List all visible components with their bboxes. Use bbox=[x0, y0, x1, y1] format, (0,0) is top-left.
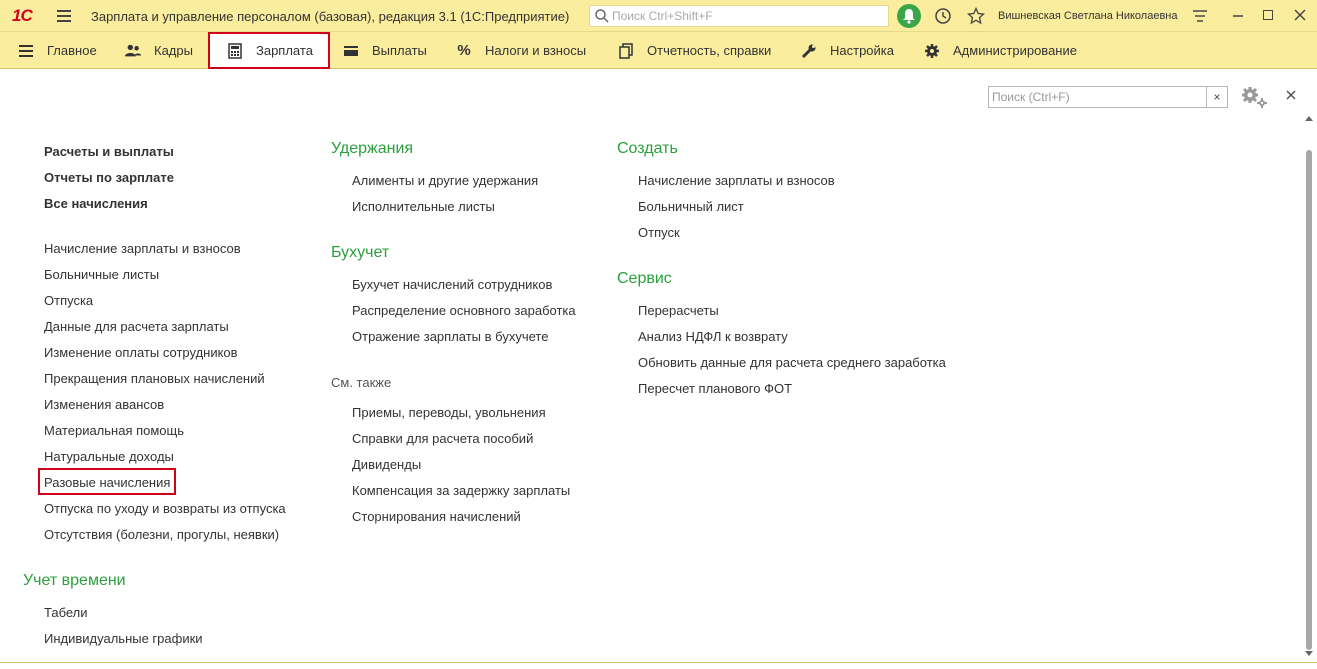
panel-close-button[interactable] bbox=[1285, 89, 1297, 104]
link-calculations-payments[interactable]: Расчеты и выплаты bbox=[44, 144, 174, 159]
link-parental-leaves[interactable]: Отпуска по уходу и возвраты из отпуска bbox=[44, 501, 286, 516]
link-create-salary-accrual[interactable]: Начисление зарплаты и взносов bbox=[638, 173, 835, 188]
section-label: Настройка bbox=[830, 43, 894, 58]
link-ndfl-refund-analysis[interactable]: Анализ НДФЛ к возврату bbox=[638, 329, 788, 344]
section-label: Выплаты bbox=[372, 43, 427, 58]
close-window-icon[interactable] bbox=[1293, 8, 1307, 22]
section-label: Зарплата bbox=[256, 43, 313, 58]
section-main[interactable]: Главное bbox=[17, 32, 97, 69]
window-title: Зарплата и управление персоналом (базова… bbox=[91, 9, 570, 24]
app-logo: 1С bbox=[12, 6, 33, 25]
title-bar: 1С Зарплата и управление персоналом (баз… bbox=[0, 0, 1317, 32]
link-recalculations[interactable]: Перерасчеты bbox=[638, 303, 719, 318]
section-reports[interactable]: Отчетность, справки bbox=[617, 32, 771, 69]
calculator-icon bbox=[226, 42, 244, 59]
main-menu-icon[interactable] bbox=[57, 10, 71, 22]
people-icon bbox=[124, 43, 142, 59]
global-search-input[interactable] bbox=[612, 8, 882, 24]
link-update-average-earnings[interactable]: Обновить данные для расчета среднего зар… bbox=[638, 355, 946, 370]
link-create-vacation[interactable]: Отпуск bbox=[638, 225, 680, 240]
user-name[interactable]: Вишневская Светлана Николаевна bbox=[998, 10, 1178, 22]
scroll-thumb[interactable] bbox=[1306, 150, 1312, 650]
scroll-up-icon[interactable] bbox=[1305, 116, 1313, 121]
link-timesheets[interactable]: Табели bbox=[44, 605, 88, 620]
gear-icon bbox=[923, 43, 941, 59]
link-salary-data[interactable]: Данные для расчета зарплаты bbox=[44, 319, 229, 334]
link-delay-compensation[interactable]: Компенсация за задержку зарплаты bbox=[352, 483, 570, 498]
vertical-scrollbar[interactable] bbox=[1303, 112, 1315, 660]
search-icon bbox=[595, 9, 609, 23]
section-label: Налоги и взносы bbox=[485, 43, 587, 58]
section-settings[interactable]: Настройка bbox=[800, 32, 894, 69]
global-search[interactable] bbox=[589, 5, 889, 27]
link-individual-schedules[interactable]: Индивидуальные графики bbox=[44, 631, 203, 646]
panel-search[interactable]: × bbox=[988, 86, 1228, 108]
link-pay-changes[interactable]: Изменение оплаты сотрудников bbox=[44, 345, 238, 360]
section-label: Главное bbox=[47, 43, 97, 58]
section-admin[interactable]: Администрирование bbox=[923, 32, 1077, 69]
clear-search-button[interactable]: × bbox=[1206, 87, 1227, 107]
section-payments[interactable]: Выплаты bbox=[342, 32, 427, 69]
scroll-down-icon[interactable] bbox=[1305, 651, 1313, 656]
link-material-aid[interactable]: Материальная помощь bbox=[44, 423, 184, 438]
favorites-star-icon[interactable] bbox=[967, 7, 985, 25]
link-writs[interactable]: Исполнительные листы bbox=[352, 199, 495, 214]
section-salary[interactable]: Зарплата bbox=[208, 32, 330, 69]
section-label: Администрирование bbox=[953, 43, 1077, 58]
close-icon bbox=[1286, 90, 1296, 100]
link-sick-leaves[interactable]: Больничные листы bbox=[44, 267, 159, 282]
documents-icon bbox=[617, 42, 635, 59]
percent-icon: % bbox=[457, 42, 471, 59]
link-dividends[interactable]: Дивиденды bbox=[352, 457, 421, 472]
wallet-icon bbox=[342, 43, 360, 59]
minimize-icon[interactable] bbox=[1232, 8, 1244, 22]
link-planned-fot-recalc[interactable]: Пересчет планового ФОТ bbox=[638, 381, 792, 396]
section-hr[interactable]: Кадры bbox=[124, 32, 193, 69]
link-all-accruals[interactable]: Все начисления bbox=[44, 196, 148, 211]
history-icon[interactable] bbox=[934, 7, 952, 25]
section-label: Отчетность, справки bbox=[647, 43, 772, 58]
wrench-icon bbox=[800, 43, 818, 59]
link-salary-reports[interactable]: Отчеты по зарплате bbox=[44, 170, 174, 185]
link-stop-planned-accruals[interactable]: Прекращения плановых начислений bbox=[44, 371, 265, 386]
panel-settings-gears-icon[interactable] bbox=[1240, 85, 1268, 109]
settings-lines-icon[interactable] bbox=[1192, 9, 1208, 23]
link-reversals[interactable]: Сторнирования начислений bbox=[352, 509, 521, 524]
section-label: Кадры bbox=[154, 43, 193, 58]
group-title-service: Сервис bbox=[617, 270, 672, 287]
sections-menu: Главное Кадры Зарплата Выплаты % Налоги … bbox=[0, 32, 1317, 69]
group-title-deductions: Удержания bbox=[331, 140, 414, 157]
maximize-icon[interactable] bbox=[1263, 10, 1273, 20]
link-create-sick-leave[interactable]: Больничный лист bbox=[638, 199, 744, 214]
link-benefit-certificates[interactable]: Справки для расчета пособий bbox=[352, 431, 533, 446]
group-title-accounting: Бухучет bbox=[331, 244, 390, 261]
group-title-create: Создать bbox=[617, 140, 678, 157]
link-earnings-distribution[interactable]: Распределение основного заработка bbox=[352, 303, 576, 318]
link-one-time-accruals[interactable]: Разовые начисления bbox=[44, 475, 170, 490]
bottom-border bbox=[0, 662, 1317, 663]
link-employee-accounting[interactable]: Бухучет начислений сотрудников bbox=[352, 277, 552, 292]
hamburger-icon bbox=[17, 43, 35, 59]
link-advance-changes[interactable]: Изменения авансов bbox=[44, 397, 164, 412]
link-vacations[interactable]: Отпуска bbox=[44, 293, 93, 308]
link-alimony[interactable]: Алименты и другие удержания bbox=[352, 173, 538, 188]
link-salary-accrual[interactable]: Начисление зарплаты и взносов bbox=[44, 241, 241, 256]
section-taxes[interactable]: % Налоги и взносы bbox=[455, 32, 586, 69]
link-absences[interactable]: Отсутствия (болезни, прогулы, неявки) bbox=[44, 527, 279, 542]
link-natural-income[interactable]: Натуральные доходы bbox=[44, 449, 174, 464]
group-title-time-tracking: Учет времени bbox=[23, 572, 126, 589]
see-also-label: См. также bbox=[331, 375, 392, 390]
link-salary-reflection[interactable]: Отражение зарплаты в бухучете bbox=[352, 329, 548, 344]
link-hiring-transfers[interactable]: Приемы, переводы, увольнения bbox=[352, 405, 546, 420]
panel-search-input[interactable] bbox=[992, 89, 1202, 105]
notifications-bell-icon[interactable] bbox=[897, 4, 921, 28]
